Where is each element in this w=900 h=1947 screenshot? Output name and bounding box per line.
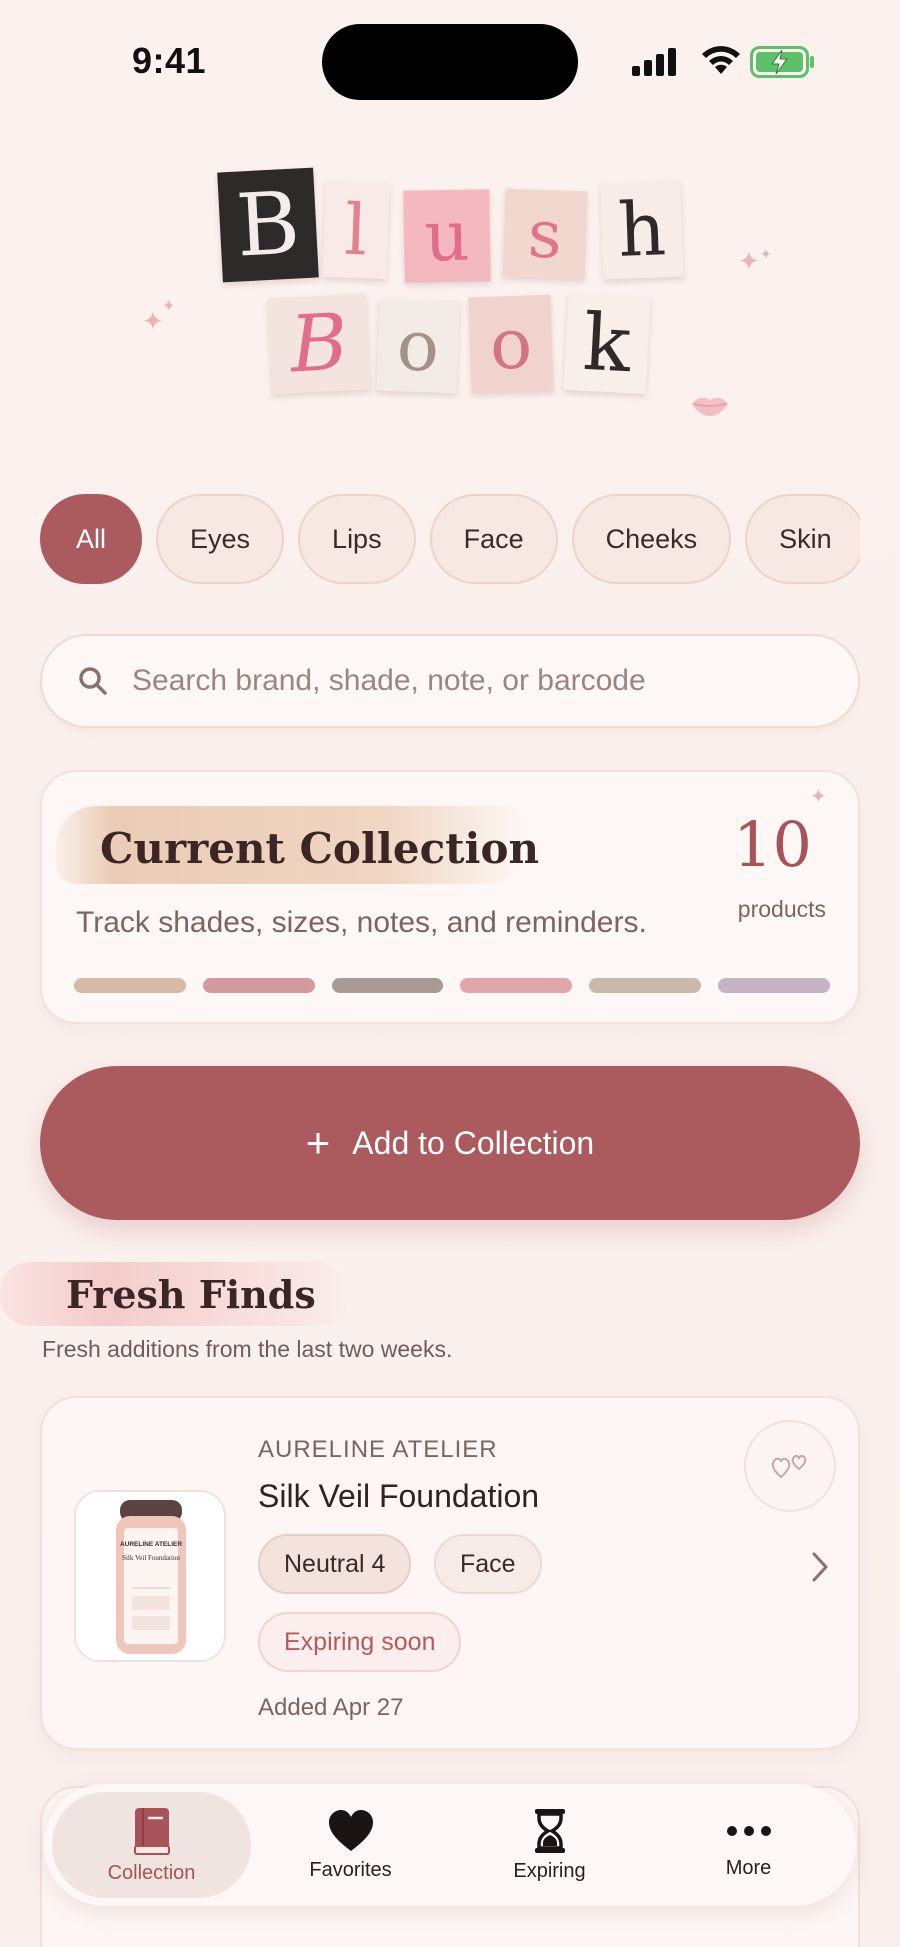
logo-letter-tile: u	[403, 189, 491, 283]
foundation-bottle-image: AURELINE ATELIER Silk Veil Foundation	[116, 1500, 186, 1654]
battery-charging-icon	[750, 46, 814, 78]
cellular-signal-icon	[632, 48, 676, 76]
product-count: 10	[733, 808, 812, 881]
shade-swatch	[460, 978, 573, 993]
category-filter: All Eyes Lips Face Cheeks Skin	[40, 494, 860, 586]
logo-letter-tile: B	[217, 167, 319, 283]
tab-favorites[interactable]: Favorites	[251, 1792, 450, 1898]
chip-lips[interactable]: Lips	[298, 494, 416, 584]
shade-swatches	[74, 978, 830, 993]
bottle-product-label: Silk Veil Foundation	[122, 1554, 180, 1562]
shade-swatch	[589, 978, 702, 993]
search-input[interactable]	[132, 664, 812, 698]
chip-skin[interactable]: Skin	[745, 494, 860, 584]
tab-more[interactable]: More	[649, 1792, 848, 1898]
chip-face[interactable]: Face	[429, 494, 558, 584]
dynamic-island	[322, 24, 578, 100]
screen: 9:41 B l u s h B o o k ✦ ✦ ✦ ✦ All Eyes …	[0, 0, 900, 1947]
bottle-brand-label: AURELINE ATELIER	[120, 1541, 182, 1548]
collection-subtitle: Track shades, sizes, notes, and reminder…	[76, 906, 647, 939]
tab-collection[interactable]: Collection	[52, 1792, 251, 1898]
favorite-button[interactable]	[744, 1420, 836, 1512]
shade-swatch	[74, 978, 186, 993]
section-title: Fresh Finds	[66, 1272, 316, 1317]
expiring-soon-badge: Expiring soon	[258, 1612, 462, 1672]
status-bar: 9:41	[0, 0, 900, 120]
collection-summary-card[interactable]: Current Collection Track shades, sizes, …	[40, 770, 860, 1024]
chip-cheeks[interactable]: Cheeks	[571, 494, 732, 584]
tab-label: Expiring	[513, 1859, 586, 1882]
logo-letter-tile: k	[563, 293, 651, 395]
tab-expiring[interactable]: Expiring	[450, 1792, 649, 1898]
hourglass-icon	[534, 1808, 565, 1853]
product-thumbnail: AURELINE ATELIER Silk Veil Foundation	[74, 1490, 226, 1662]
logo-letter-tile: o	[468, 294, 554, 394]
section-subtitle: Fresh additions from the last two weeks.	[42, 1336, 453, 1362]
add-button-label: Add to Collection	[352, 1124, 595, 1161]
sparkle-icon: ✦	[738, 246, 760, 276]
logo-letter-tile: B	[267, 293, 371, 395]
add-to-collection-button[interactable]: + Add to Collection	[40, 1066, 860, 1220]
sparkle-icon: ✦	[162, 298, 176, 315]
logo-letter-tile: l	[322, 180, 390, 280]
sparkle-icon: ✦	[142, 306, 164, 336]
product-brand: AURELINE ATELIER	[258, 1436, 498, 1463]
hearts-outline-icon	[771, 1454, 807, 1479]
search-bar	[40, 634, 860, 728]
logo-letter-tile: s	[502, 188, 588, 280]
added-date: Added Apr 27	[258, 1694, 404, 1721]
logo-letter-tile: h	[600, 180, 684, 280]
shade-swatch	[331, 978, 444, 993]
product-card[interactable]: AURELINE ATELIER Silk Veil Foundation AU…	[40, 1396, 860, 1750]
chip-eyes[interactable]: Eyes	[156, 494, 285, 584]
app-logo: B l u s h B o o k	[200, 160, 700, 400]
logo-letter-tile: o	[376, 298, 460, 394]
status-time: 9:41	[132, 40, 207, 81]
tab-label: Favorites	[309, 1858, 392, 1881]
heart-icon	[328, 1809, 373, 1851]
chip-all[interactable]: All	[40, 494, 143, 584]
shade-swatch	[202, 978, 315, 993]
more-icon	[726, 1825, 771, 1836]
wifi-icon	[702, 46, 740, 74]
collection-title: Current Collection	[100, 824, 540, 873]
tab-bar: Collection Favorites Expiring More	[44, 1784, 856, 1906]
lips-icon	[692, 397, 728, 416]
sparkle-icon: ✦	[810, 786, 827, 808]
shade-swatch	[718, 978, 830, 993]
tab-label: Collection	[107, 1861, 196, 1884]
product-count-unit: products	[737, 896, 826, 922]
search-icon	[79, 667, 107, 695]
sparkle-icon: ✦	[760, 246, 772, 262]
category-tag: Face	[434, 1534, 542, 1594]
tab-label: More	[725, 1856, 772, 1879]
book-icon	[133, 1807, 170, 1855]
shade-tag: Neutral 4	[258, 1534, 412, 1594]
plus-icon: +	[305, 1119, 331, 1166]
chevron-right-icon[interactable]	[810, 1550, 830, 1584]
product-name: Silk Veil Foundation	[258, 1478, 540, 1514]
